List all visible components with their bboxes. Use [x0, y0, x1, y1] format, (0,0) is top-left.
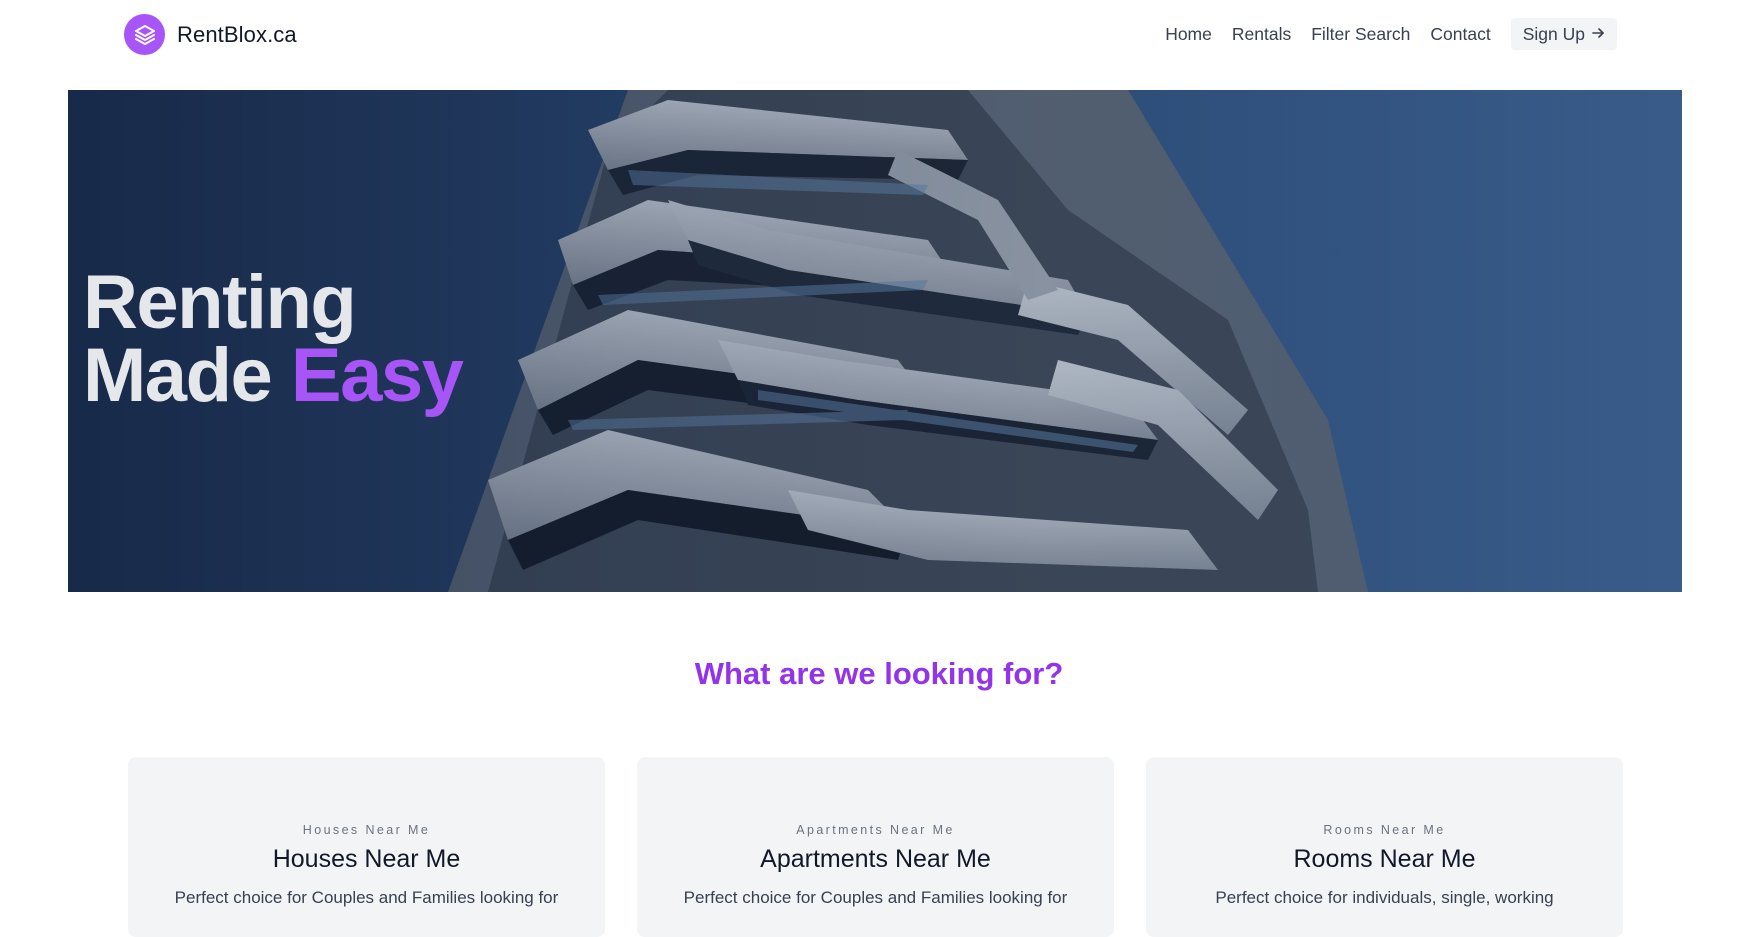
- hero-banner: Renting Made Easy: [68, 90, 1682, 592]
- card-eyebrow: Apartments Near Me: [796, 823, 955, 837]
- card-title: Rooms Near Me: [1293, 845, 1476, 873]
- nav-rentals[interactable]: Rentals: [1232, 24, 1291, 45]
- card-rooms[interactable]: Rooms Near Me Rooms Near Me Perfect choi…: [1146, 757, 1623, 937]
- card-eyebrow: Houses Near Me: [302, 823, 431, 837]
- layers-icon: [124, 14, 165, 55]
- card-title: Apartments Near Me: [760, 845, 991, 873]
- nav-contact[interactable]: Contact: [1430, 24, 1490, 45]
- brand-link[interactable]: RentBlox.ca: [124, 14, 297, 55]
- hero-title: Renting Made Easy: [83, 265, 464, 414]
- hero-title-line2: Made: [83, 333, 273, 418]
- arrow-right-icon: [1591, 24, 1605, 45]
- main-nav: Home Rentals Filter Search Contact Sign …: [1145, 18, 1617, 50]
- card-description: Perfect choice for Couples and Families …: [174, 888, 559, 907]
- card-houses[interactable]: Houses Near Me Houses Near Me Perfect ch…: [128, 757, 605, 937]
- nav-filter-search[interactable]: Filter Search: [1311, 24, 1410, 45]
- card-description: Perfect choice for individuals, single, …: [1215, 888, 1554, 907]
- nav-home[interactable]: Home: [1165, 24, 1212, 45]
- card-eyebrow: Rooms Near Me: [1323, 823, 1446, 837]
- site-header: RentBlox.ca Home Rentals Filter Search C…: [0, 0, 1758, 80]
- card-title: Houses Near Me: [272, 845, 461, 873]
- sign-up-button[interactable]: Sign Up: [1510, 18, 1617, 50]
- section-heading: What are we looking for?: [694, 656, 1064, 691]
- hero-title-accent: Easy: [290, 333, 464, 418]
- sign-up-label: Sign Up: [1522, 23, 1585, 44]
- card-apartments[interactable]: Apartments Near Me Apartments Near Me Pe…: [637, 757, 1114, 937]
- card-description: Perfect choice for Couples and Families …: [683, 888, 1068, 907]
- brand-name: RentBlox.ca: [177, 21, 297, 47]
